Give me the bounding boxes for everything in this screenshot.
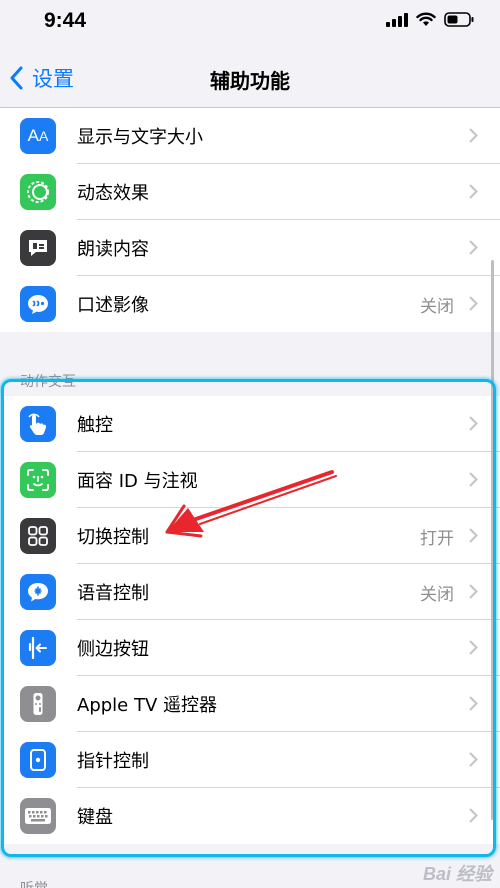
- row-label: 口述影像: [77, 295, 149, 316]
- row-value: 关闭: [420, 584, 454, 605]
- row-label: 动态效果: [77, 183, 149, 204]
- wifi-icon: [416, 12, 436, 26]
- row-motion[interactable]: 动态效果: [0, 164, 500, 220]
- status-time: 9:44: [44, 9, 87, 32]
- scroll-indicator[interactable]: [491, 260, 494, 820]
- chevron-right-icon: [469, 808, 478, 823]
- speech-bubble-icon: [20, 230, 56, 266]
- row-touch[interactable]: 触控: [0, 396, 500, 452]
- keyboard-icon: [20, 798, 56, 834]
- row-label: 键盘: [77, 807, 113, 828]
- chevron-right-icon: [469, 296, 478, 311]
- chevron-right-icon: [469, 240, 478, 255]
- chevron-right-icon: [469, 528, 478, 543]
- row-spoken-content[interactable]: 朗读内容: [0, 220, 500, 276]
- row-label: 侧边按钮: [77, 639, 149, 660]
- audio-description-icon: [20, 286, 56, 322]
- status-icons: [386, 12, 474, 27]
- watermark: Bai 经验: [422, 864, 492, 884]
- row-value: 打开: [420, 528, 454, 549]
- touch-hand-icon: [20, 406, 56, 442]
- side-button-icon: [20, 630, 56, 666]
- cellular-signal-icon: [386, 12, 408, 27]
- switch-control-icon: [20, 518, 56, 554]
- section-header-hearing: 听觉: [20, 878, 48, 888]
- page-title: 辅助功能: [210, 69, 290, 93]
- row-label: 面容 ID 与注视: [77, 471, 198, 492]
- chevron-right-icon: [469, 584, 478, 599]
- face-id-icon: [20, 462, 56, 498]
- chevron-right-icon: [469, 640, 478, 655]
- row-label: 显示与文字大小: [77, 127, 203, 148]
- chevron-right-icon: [469, 128, 478, 143]
- chevron-right-icon: [469, 752, 478, 767]
- row-label: 触控: [77, 415, 113, 436]
- settings-group-physical-motor: 触控 面容 ID 与注视 切换控制 打开 语音控制 关闭 侧边按钮 Apple …: [0, 396, 500, 844]
- row-apple-tv-remote[interactable]: Apple TV 遥控器: [0, 676, 500, 732]
- settings-group-vision: AA 显示与文字大小 动态效果 朗读内容 口述影像 关闭: [0, 108, 500, 332]
- row-voice-control[interactable]: 语音控制 关闭: [0, 564, 500, 620]
- section-header-physical-motor: 动作交互: [20, 374, 76, 390]
- text-size-icon: AA: [20, 118, 56, 154]
- row-label: 语音控制: [77, 583, 149, 604]
- row-keyboards[interactable]: 键盘: [0, 788, 500, 844]
- chevron-right-icon: [469, 184, 478, 199]
- pointer-control-icon: [20, 742, 56, 778]
- row-switch-control[interactable]: 切换控制 打开: [0, 508, 500, 564]
- tv-remote-icon: [20, 686, 56, 722]
- row-side-button[interactable]: 侧边按钮: [0, 620, 500, 676]
- row-label: Apple TV 遥控器: [77, 695, 217, 716]
- battery-icon: [444, 12, 474, 27]
- row-label: 切换控制: [77, 527, 149, 548]
- row-label: 朗读内容: [77, 239, 149, 260]
- chevron-right-icon: [469, 416, 478, 431]
- row-label: 指针控制: [77, 751, 149, 772]
- voice-control-icon: [20, 574, 56, 610]
- row-display-text-size[interactable]: AA 显示与文字大小: [0, 108, 500, 164]
- chevron-right-icon: [469, 696, 478, 711]
- row-pointer-control[interactable]: 指针控制: [0, 732, 500, 788]
- navigation-bar: 设置 辅助功能: [0, 46, 500, 108]
- row-face-id-attention[interactable]: 面容 ID 与注视: [0, 452, 500, 508]
- status-bar: 9:44: [0, 0, 500, 46]
- row-value: 关闭: [420, 296, 454, 317]
- row-audio-descriptions[interactable]: 口述影像 关闭: [0, 276, 500, 332]
- motion-icon: [20, 174, 56, 210]
- chevron-right-icon: [469, 472, 478, 487]
